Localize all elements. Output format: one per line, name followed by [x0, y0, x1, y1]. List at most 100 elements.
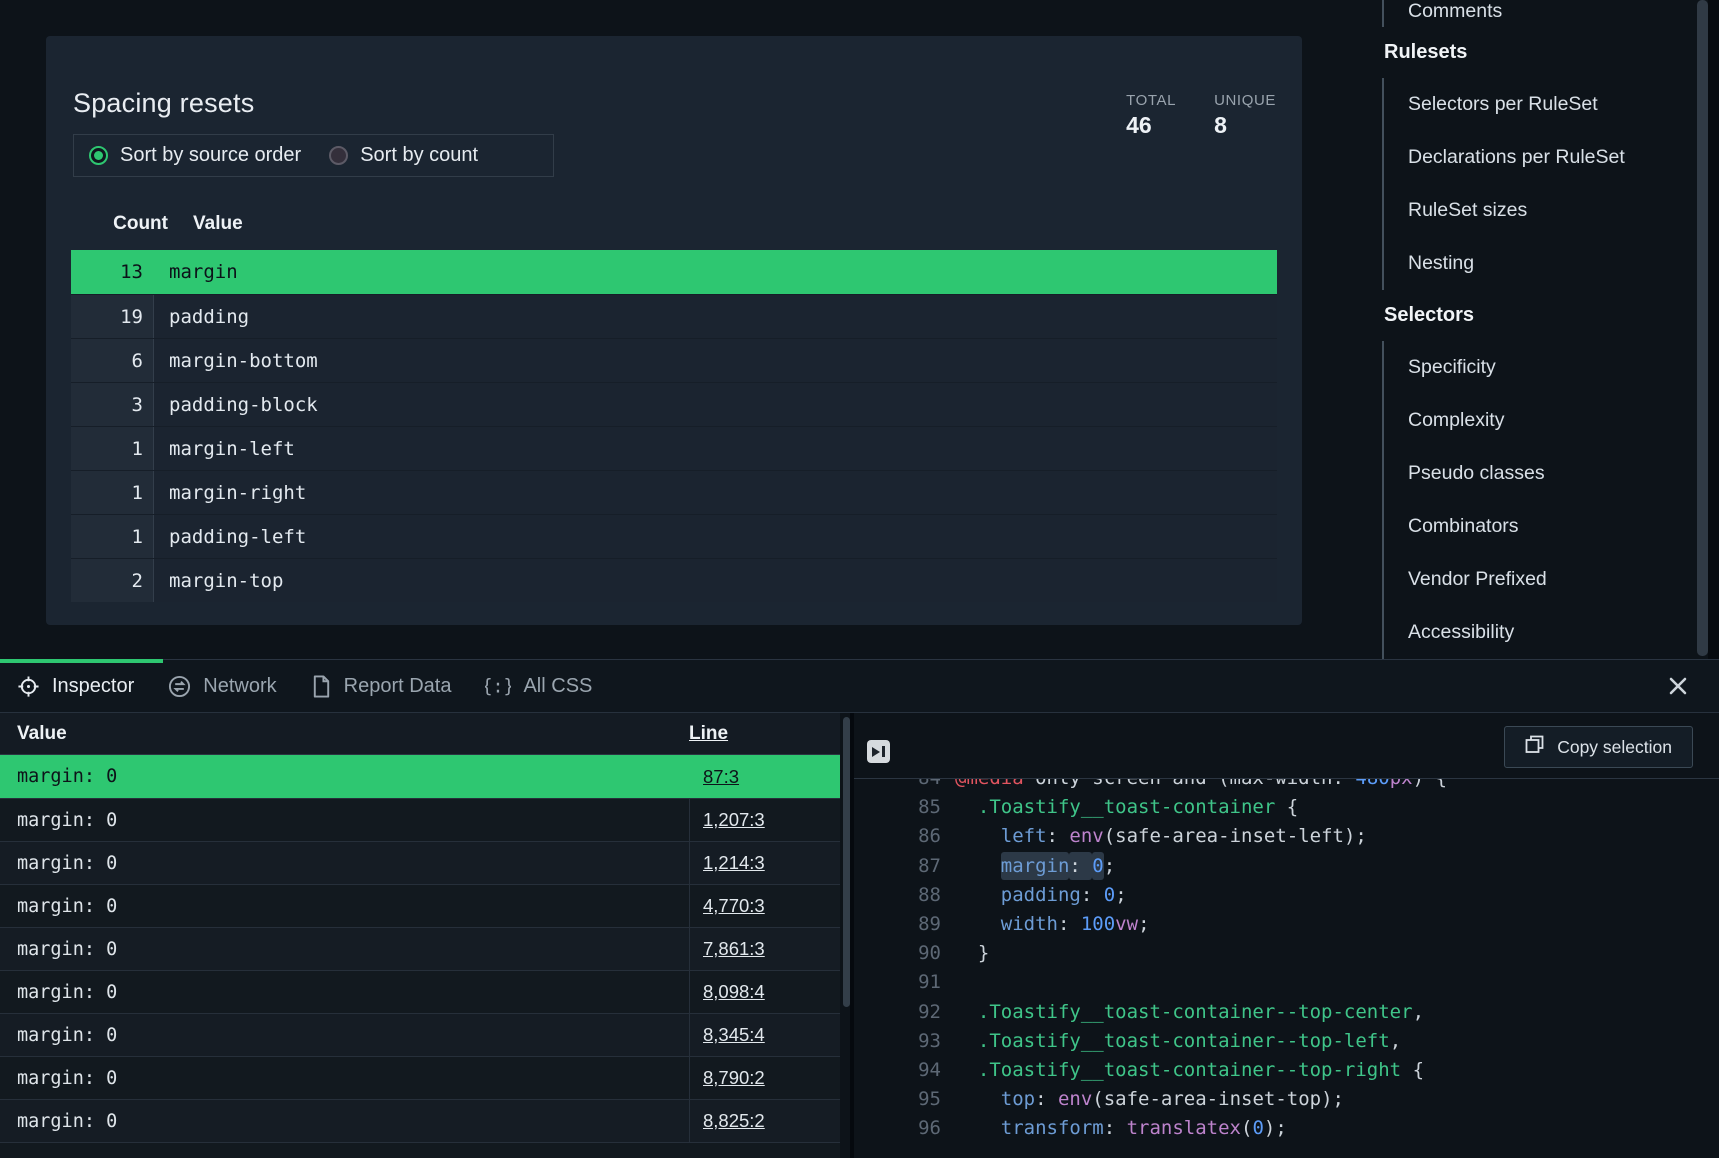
line-link[interactable]: 8,098:4	[690, 981, 765, 1003]
sidebar-item-complexity[interactable]: Complexity	[1408, 394, 1692, 447]
row-value-cell: margin-bottom	[153, 339, 1277, 382]
report-sidebar: CommentsRulesetsSelectors per RuleSetDec…	[1382, 0, 1692, 659]
code-area[interactable]: 84@media only screen and (max-width: 480…	[854, 779, 1719, 1158]
line-content: margin: 0;	[941, 852, 1115, 881]
tab-label: Report Data	[344, 675, 452, 698]
inspector-row[interactable]: margin: 01,214:3	[0, 841, 840, 884]
table-row[interactable]: 2margin-top	[71, 558, 1277, 602]
tab-network[interactable]: Network	[151, 660, 293, 712]
bottom-panel-tabbar: InspectorNetwork Report Data {:}All CSS	[0, 660, 1719, 713]
stats: TOTAL 46 UNIQUE 8	[1126, 92, 1276, 139]
sidebar-group: SpecificityComplexityPseudo classesCombi…	[1382, 341, 1692, 659]
table-row[interactable]: 1margin-left	[71, 426, 1277, 470]
table-row[interactable]: 13margin	[71, 250, 1277, 294]
copy-selection-label: Copy selection	[1557, 737, 1672, 758]
braces-icon: {:}	[485, 675, 511, 698]
main-scrollbar-track[interactable]	[1708, 0, 1719, 659]
radio-icon[interactable]	[329, 146, 348, 165]
inspector-row[interactable]: margin: 08,825:2	[0, 1099, 840, 1142]
line-link[interactable]: 1,207:3	[690, 809, 765, 831]
line-content: .Toastify__toast-container--top-right {	[941, 1056, 1424, 1085]
declaration-cell: margin: 0	[0, 928, 689, 970]
sidebar-item-accessibility[interactable]: Accessibility	[1408, 606, 1692, 659]
line-number: 87	[854, 852, 941, 881]
table-row[interactable]: 1padding-left	[71, 514, 1277, 558]
line-content: padding: 0;	[941, 881, 1127, 910]
stat-total: TOTAL 46	[1126, 92, 1176, 139]
code-line: 85 .Toastify__toast-container {	[854, 793, 1719, 822]
line-content	[941, 968, 966, 997]
radio-icon[interactable]	[89, 146, 108, 165]
inspector-row[interactable]: margin: 01,207:3	[0, 798, 840, 841]
sidebar-item-specificity[interactable]: Specificity	[1408, 341, 1692, 394]
table-row[interactable]: 6margin-bottom	[71, 338, 1277, 382]
sidebar-item-ruleset-sizes[interactable]: RuleSet sizes	[1408, 184, 1692, 237]
row-value-cell: margin-left	[153, 427, 1277, 470]
table-row[interactable]: 1margin-right	[71, 470, 1277, 514]
spacing-table-header: Count Value	[71, 206, 1277, 242]
sort-option-source-order[interactable]: Sort by source order	[89, 144, 301, 167]
spacing-resets-card: Spacing resets TOTAL 46 UNIQUE 8 Sort by…	[46, 36, 1302, 625]
line-content: width: 100vw;	[941, 910, 1150, 939]
code-line: 93 .Toastify__toast-container--top-left,	[854, 1027, 1719, 1056]
stat-unique-value: 8	[1214, 112, 1276, 139]
declaration-cell: margin: 0	[0, 799, 689, 841]
sidebar-item-pseudo-classes[interactable]: Pseudo classes	[1408, 447, 1692, 500]
value-column-header: Value	[168, 213, 243, 235]
line-link[interactable]: 87:3	[690, 766, 739, 788]
crosshair-icon	[17, 675, 40, 698]
code-line: 84@media only screen and (max-width: 480…	[854, 779, 1719, 793]
declaration-cell: margin: 0	[0, 1057, 689, 1099]
inspector-row[interactable]: margin: 08,345:4	[0, 1013, 840, 1056]
line-link[interactable]: 8,790:2	[690, 1067, 765, 1089]
inspector-scrollbar-thumb[interactable]	[843, 717, 850, 1007]
sidebar-item-combinators[interactable]: Combinators	[1408, 500, 1692, 553]
tab-all-css[interactable]: {:}All CSS	[468, 660, 609, 712]
table-row[interactable]: 19padding	[71, 294, 1277, 338]
sidebar-section-header: Rulesets	[1382, 27, 1692, 78]
line-cell: 1,207:3	[689, 799, 840, 841]
document-icon	[311, 675, 332, 698]
copy-selection-button[interactable]: Copy selection	[1504, 726, 1693, 768]
code-line: 90 }	[854, 939, 1719, 968]
sort-option-label: Sort by source order	[120, 144, 301, 167]
close-icon[interactable]	[1667, 675, 1689, 697]
sidebar-item-comments[interactable]: Comments	[1408, 0, 1692, 27]
sidebar-item-vendor-prefixed[interactable]: Vendor Prefixed	[1408, 553, 1692, 606]
inspector-row[interactable]: margin: 08,790:2	[0, 1056, 840, 1099]
line-link[interactable]: 4,770:3	[690, 895, 765, 917]
line-link[interactable]: 1,214:3	[690, 852, 765, 874]
declaration-cell: margin: 0	[0, 755, 689, 798]
main-scrollbar-thumb[interactable]	[1697, 0, 1708, 656]
copy-icon	[1525, 735, 1544, 759]
inspector-row[interactable]: margin: 08,098:4	[0, 970, 840, 1013]
line-link[interactable]: 8,345:4	[690, 1024, 765, 1046]
page-title: Spacing resets	[73, 88, 254, 119]
line-number: 93	[854, 1027, 941, 1056]
declaration-cell: margin: 0	[0, 1100, 689, 1142]
tab-report-data[interactable]: Report Data	[294, 660, 469, 712]
expand-panel-icon[interactable]	[867, 740, 890, 763]
line-number: 89	[854, 910, 941, 939]
count-column-header: Count	[71, 213, 168, 235]
inspector-row[interactable]: margin: 087:3	[0, 755, 840, 798]
sidebar-item-nesting[interactable]: Nesting	[1408, 237, 1692, 290]
line-link[interactable]: 7,861:3	[690, 938, 765, 960]
sidebar-item-selectors-per-ruleset[interactable]: Selectors per RuleSet	[1408, 78, 1692, 131]
sort-option-count[interactable]: Sort by count	[329, 144, 478, 167]
line-number: 90	[854, 939, 941, 968]
line-cell: 8,345:4	[689, 1014, 840, 1056]
tab-inspector[interactable]: Inspector	[0, 660, 151, 712]
inspector-row[interactable]: margin: 07,861:3	[0, 927, 840, 970]
line-column-header[interactable]: Line	[689, 723, 840, 745]
line-number: 95	[854, 1085, 941, 1114]
line-cell: 4,770:3	[689, 885, 840, 927]
inspector-row[interactable]: margin: 04,770:3	[0, 884, 840, 927]
line-content: @media only screen and (max-width: 480px…	[941, 779, 1447, 793]
row-value-cell: padding-block	[153, 383, 1277, 426]
line-number: 88	[854, 881, 941, 910]
sidebar-item-declarations-per-ruleset[interactable]: Declarations per RuleSet	[1408, 131, 1692, 184]
table-row[interactable]: 3padding-block	[71, 382, 1277, 426]
line-content: .Toastify__toast-container {	[941, 793, 1298, 822]
line-link[interactable]: 8,825:2	[690, 1110, 765, 1132]
